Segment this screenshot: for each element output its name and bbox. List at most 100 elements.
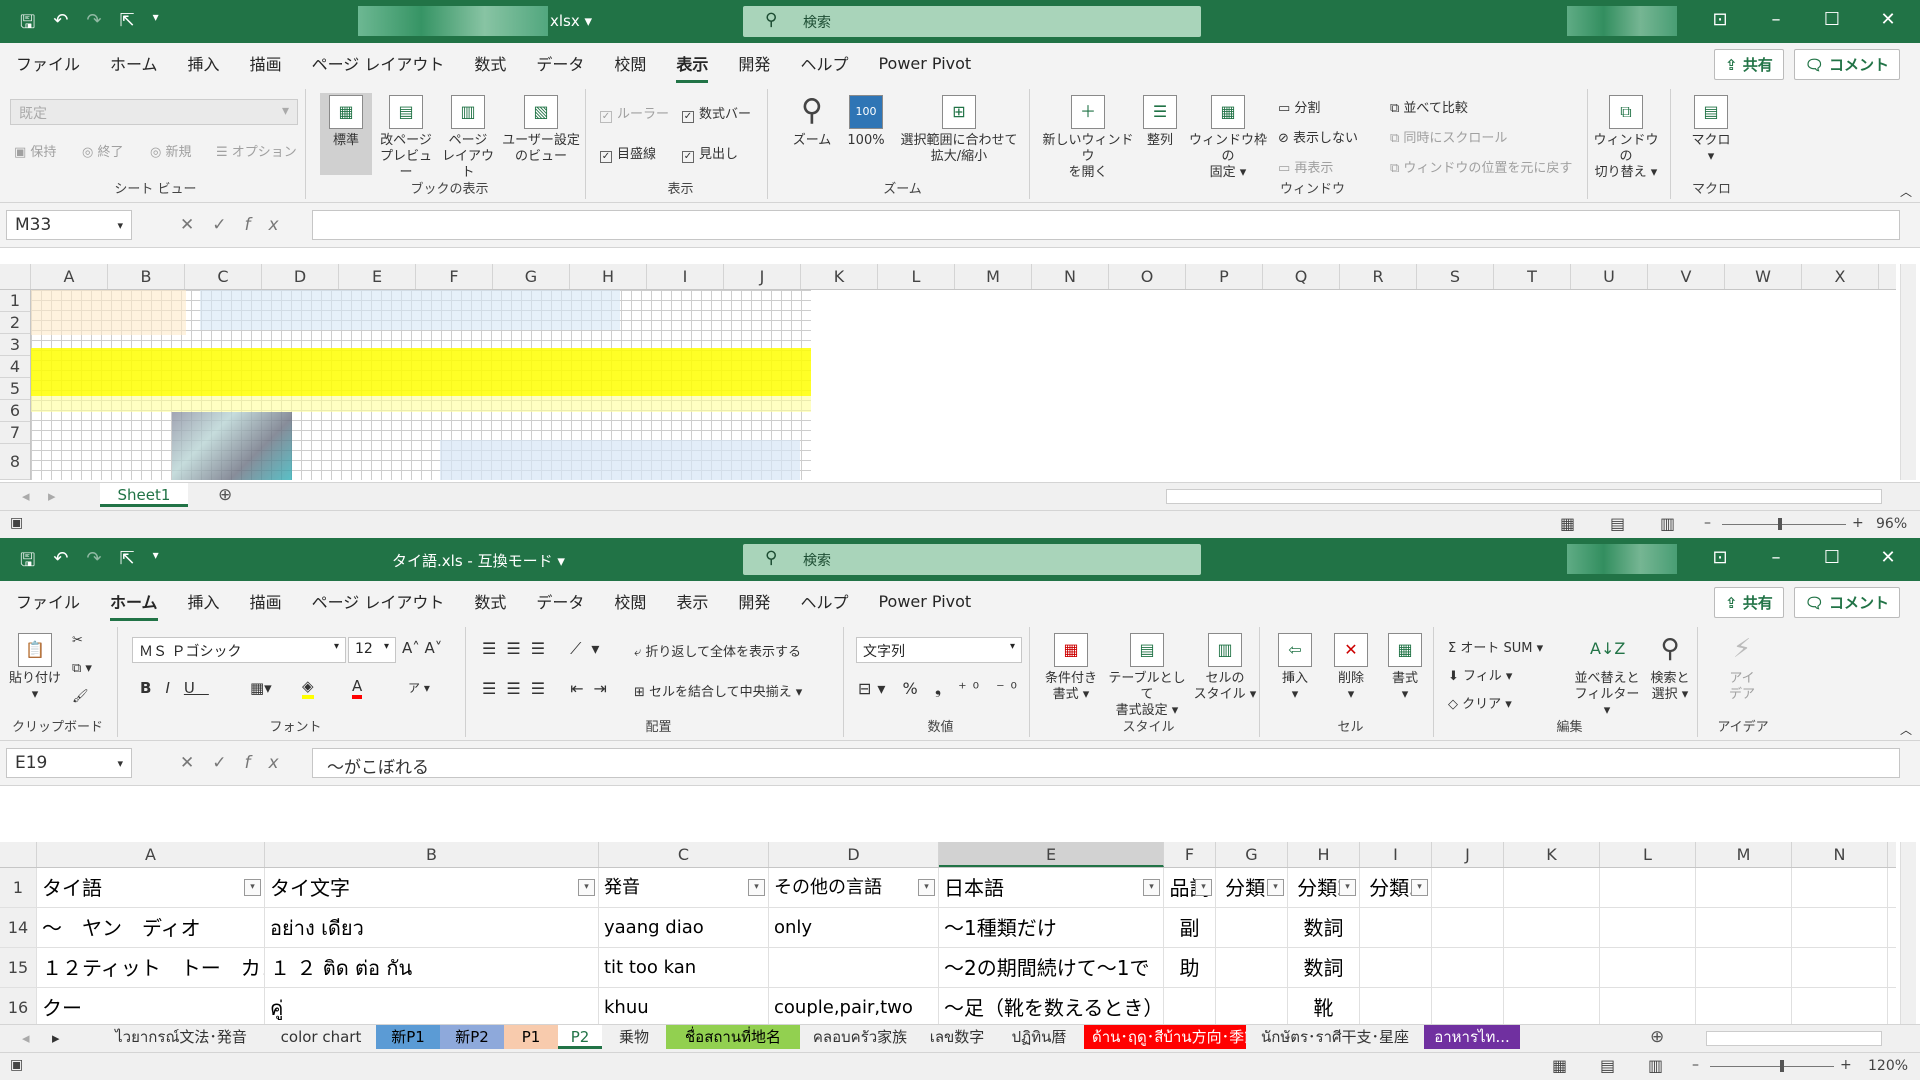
scroll-tabs-left-icon[interactable]: ◂: [22, 487, 30, 505]
row-header[interactable]: 4: [0, 356, 30, 378]
column-title-cell[interactable]: タイ文字 ▾: [265, 868, 599, 907]
ribbon-tab[interactable]: Power Pivot: [878, 586, 971, 617]
column-header[interactable]: L: [1600, 842, 1696, 867]
row-header[interactable]: 16: [0, 988, 37, 1027]
scroll-tabs-left-icon[interactable]: ◂: [22, 1029, 30, 1047]
sheet-tab[interactable]: 新P2: [440, 1025, 504, 1049]
column-header[interactable]: N: [1032, 264, 1109, 289]
hide-button[interactable]: ⊘ 表示しない: [1278, 127, 1358, 146]
normal-view-status-icon[interactable]: ▦: [1552, 1056, 1567, 1075]
column-title-cell[interactable]: 日本語 ▾: [939, 868, 1164, 907]
ribbon-tab[interactable]: 表示: [676, 583, 708, 619]
column-header[interactable]: N: [1792, 842, 1888, 867]
table-cell[interactable]: [1432, 908, 1504, 947]
table-cell[interactable]: [1600, 948, 1696, 987]
column-header[interactable]: K: [1504, 842, 1600, 867]
font-color-icon[interactable]: A: [352, 677, 363, 699]
table-cell[interactable]: ～2の期間続けて～1で: [939, 948, 1164, 987]
page-layout-button[interactable]: ▥ ページ レイアウト: [440, 95, 496, 181]
view-side-by-side-button[interactable]: ⧉ 並べて比較: [1390, 97, 1468, 116]
headings-checkbox[interactable]: ✓ 見出し: [682, 143, 738, 163]
row-header[interactable]: 14: [0, 908, 37, 947]
column-header[interactable]: C: [599, 842, 769, 867]
delete-cells-button[interactable]: ✕ 削除 ▾: [1324, 633, 1378, 703]
autosum-button[interactable]: Σ オート SUM ▾: [1448, 637, 1543, 656]
zoom-slider[interactable]: [1722, 518, 1846, 530]
ribbon-tab[interactable]: 校閲: [614, 45, 646, 81]
column-header[interactable]: M: [955, 264, 1032, 289]
ribbon-tab[interactable]: 開発: [738, 583, 770, 619]
table-cell[interactable]: [1504, 948, 1600, 987]
fill-color-icon[interactable]: ◈: [302, 677, 314, 699]
filter-dropdown-icon[interactable]: ▾: [244, 879, 261, 896]
touch-mode-icon[interactable]: ⇱: [120, 10, 135, 40]
ribbon-display-icon[interactable]: ⊡: [1692, 9, 1748, 30]
zoom-in-icon[interactable]: +: [1852, 515, 1864, 531]
find-select-button[interactable]: ⚲ 検索と 選択 ▾: [1642, 633, 1698, 703]
cancel-icon[interactable]: ✕: [180, 753, 212, 773]
comment-button[interactable]: 🗨 コメント: [1793, 49, 1900, 80]
zoom-out-icon[interactable]: –: [1692, 1057, 1699, 1073]
column-header[interactable]: H: [570, 264, 647, 289]
ribbon-tab[interactable]: 数式: [474, 583, 506, 619]
cancel-icon[interactable]: ✕: [180, 215, 212, 235]
number-format-icons[interactable]: ⊟▾ % ❟ ⁺⁰ ⁻⁰: [858, 679, 1023, 699]
table-cell[interactable]: อย่าง เดียว: [265, 908, 599, 947]
column-title-cell[interactable]: その他の言語 ▾: [769, 868, 939, 907]
column-title-cell[interactable]: [1696, 868, 1792, 907]
column-title-cell[interactable]: 品詞 ▾: [1164, 868, 1216, 907]
merge-center-button[interactable]: ⊞ セルを結合して中央揃え ▾: [634, 681, 802, 700]
freeze-panes-button[interactable]: ▦ ウィンドウ枠の 固定 ▾: [1184, 95, 1272, 181]
column-header[interactable]: E: [339, 264, 416, 289]
collapse-ribbon-icon[interactable]: ︿: [1900, 183, 1912, 200]
new-window-button[interactable]: ＋新しいウィンドウ を開く: [1040, 95, 1136, 181]
table-cell[interactable]: [1360, 988, 1432, 1027]
table-cell[interactable]: 数詞: [1288, 948, 1360, 987]
column-header[interactable]: B: [108, 264, 185, 289]
column-header[interactable]: L: [878, 264, 955, 289]
redo-icon[interactable]: ↷: [86, 10, 101, 40]
comment-button[interactable]: 🗨 コメント: [1793, 587, 1900, 618]
close-icon[interactable]: ✕: [1860, 9, 1916, 30]
row-header[interactable]: 3: [0, 334, 30, 356]
copy-icon[interactable]: ⧉ ▾: [72, 661, 92, 676]
filter-dropdown-icon[interactable]: ▾: [578, 879, 595, 896]
bold-icon[interactable]: B: [140, 679, 165, 697]
sheet-tab[interactable]: ปฏิทิน暦: [994, 1025, 1084, 1049]
column-header[interactable]: H: [1288, 842, 1360, 867]
sheet-tab[interactable]: ชื่อสถานที่地名: [666, 1025, 800, 1049]
unhide-button[interactable]: ▭ 再表示: [1278, 157, 1333, 176]
table-cell[interactable]: ～ ヤン ディオ: [37, 908, 265, 947]
close-icon[interactable]: ✕: [1860, 547, 1916, 568]
table-cell[interactable]: [1216, 908, 1288, 947]
formula-bar-checkbox[interactable]: ✓ 数式バー: [682, 103, 751, 123]
column-header[interactable]: I: [647, 264, 724, 289]
page-layout-status-icon[interactable]: ▤: [1610, 514, 1625, 533]
vertical-scrollbar[interactable]: [1900, 264, 1916, 480]
horizontal-scrollbar[interactable]: [1706, 1031, 1882, 1046]
table-cell[interactable]: [1216, 948, 1288, 987]
table-cell[interactable]: [1792, 948, 1888, 987]
window-title[interactable]: タイ語.xls - 互換モード ▾: [392, 550, 565, 571]
paste-button[interactable]: 📋 貼り付け ▾: [8, 633, 62, 703]
name-box[interactable]: E19 ▾: [6, 748, 132, 778]
column-header[interactable]: J: [724, 264, 801, 289]
maximize-icon[interactable]: ☐: [1804, 547, 1860, 568]
table-cell[interactable]: 助: [1164, 948, 1216, 987]
column-header[interactable]: T: [1494, 264, 1571, 289]
ribbon-tab[interactable]: ヘルプ: [800, 45, 848, 81]
column-header[interactable]: W: [1725, 264, 1802, 289]
search-box[interactable]: ⚲ 検索: [743, 6, 1201, 37]
column-header[interactable]: X: [1802, 264, 1879, 289]
column-title-cell[interactable]: 分類2 ▾: [1288, 868, 1360, 907]
column-header[interactable]: B: [265, 842, 599, 867]
select-all-corner[interactable]: [0, 842, 37, 867]
table-cell[interactable]: [1164, 988, 1216, 1027]
column-title-cell[interactable]: [1504, 868, 1600, 907]
table-cell[interactable]: ～足（靴を数えるとき）: [939, 988, 1164, 1027]
table-cell[interactable]: [1792, 988, 1888, 1027]
new-sheet-icon[interactable]: ⊕: [218, 485, 232, 505]
zoom-to-selection-button[interactable]: ⊞ 選択範囲に合わせて 拡大/縮小: [894, 95, 1024, 165]
ribbon-tab[interactable]: 数式: [474, 45, 506, 81]
ribbon-tab[interactable]: 表示: [676, 45, 709, 83]
